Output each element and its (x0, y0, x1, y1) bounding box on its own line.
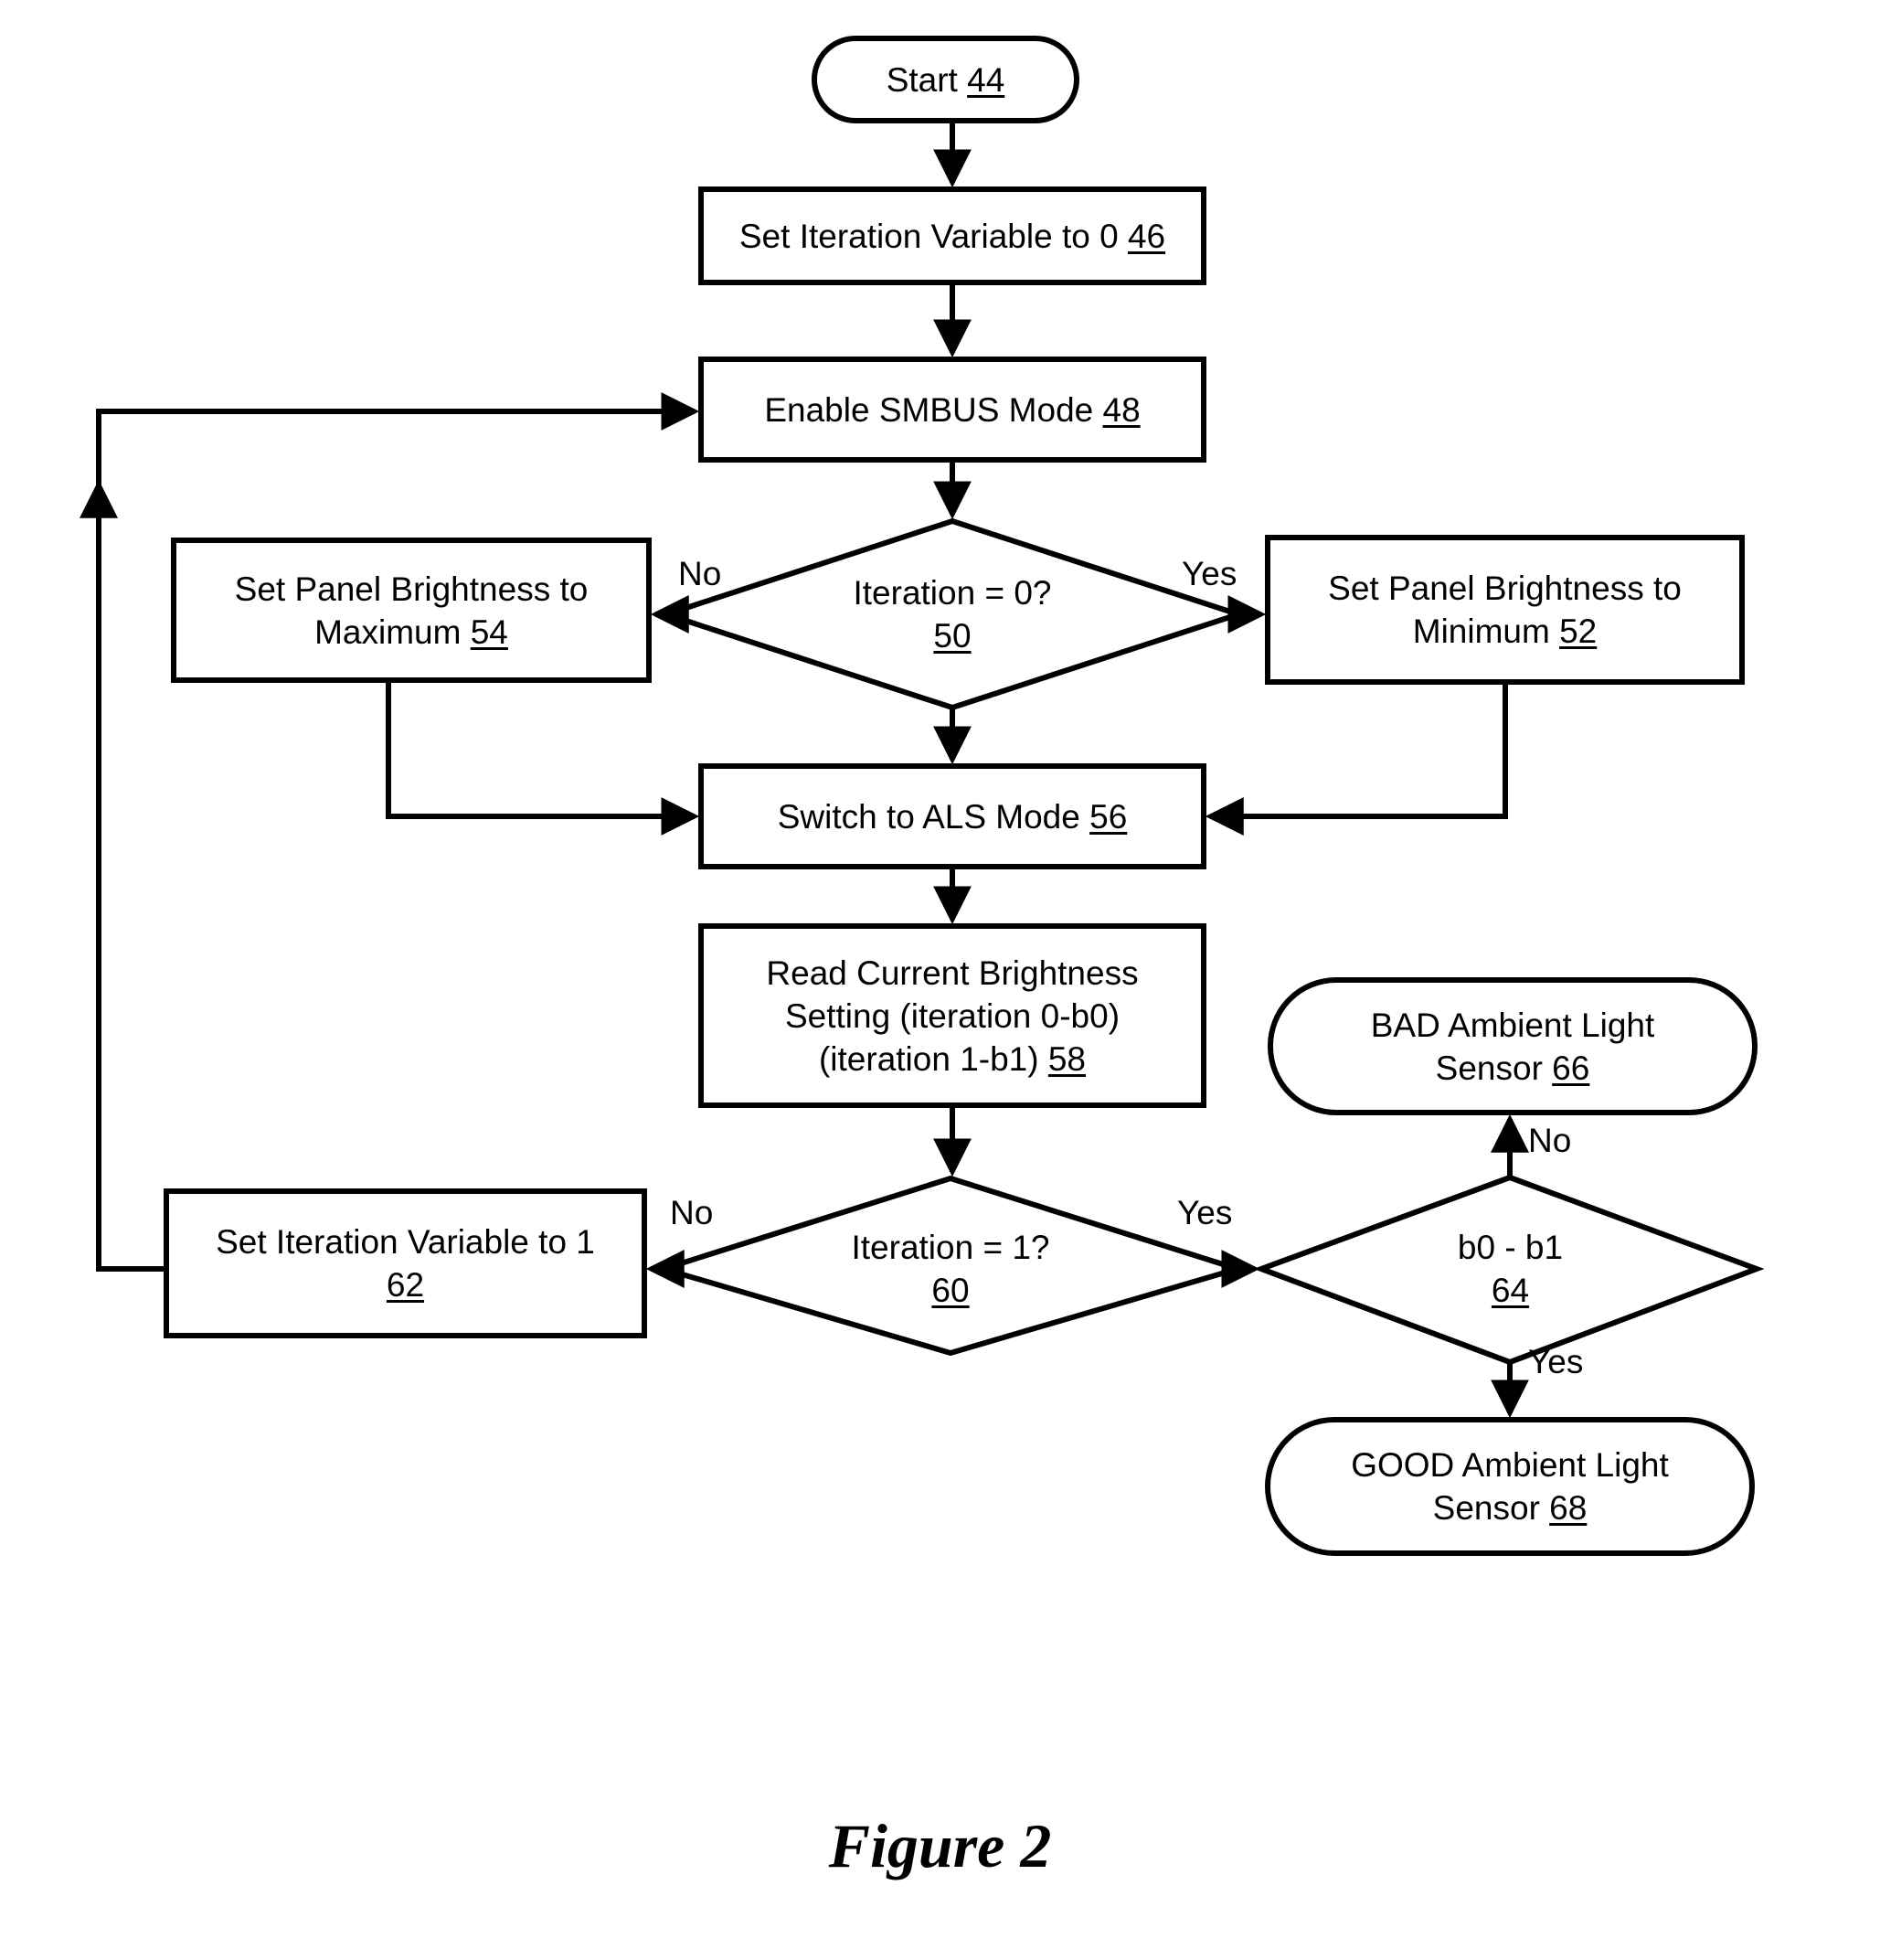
node-set-iteration-0-shape (698, 186, 1206, 285)
node-enable-smbus-shape (698, 357, 1206, 463)
edge-label-iteration-0-yes: Yes (1182, 555, 1237, 592)
node-read-brightness-shape (698, 923, 1206, 1108)
node-start-shape (812, 36, 1079, 123)
figure-caption: Figure 2 (828, 1811, 1052, 1880)
figure-page: Start 44 Set Iteration Variable to 0 46 … (0, 0, 1880, 1960)
edge-label-iteration-0-no: No (678, 555, 722, 592)
node-set-brightness-max-shape (171, 538, 652, 683)
edge-brightness-min-to-switch-als (1205, 682, 1508, 836)
flowchart-canvas (80, 36, 1765, 1556)
node-set-iteration-1-shape (164, 1188, 647, 1338)
node-iteration-is-0-shape (657, 517, 1248, 711)
edge-label-iteration-1-no: No (670, 1194, 714, 1231)
edge-label-iteration-1-yes: Yes (1177, 1194, 1233, 1231)
node-good-sensor-shape (1265, 1417, 1755, 1556)
edge-label-b0-b1-no: No (1528, 1122, 1572, 1159)
node-switch-als-shape (698, 763, 1206, 869)
node-iteration-is-1-shape (653, 1175, 1248, 1357)
node-b0-minus-b1-shape (1253, 1174, 1765, 1366)
node-bad-sensor-shape (1268, 977, 1758, 1115)
edge-brightness-max-to-switch-als (386, 680, 700, 836)
edge-label-b0-b1-yes: Yes (1528, 1343, 1584, 1380)
node-set-brightness-min-shape (1265, 535, 1745, 685)
